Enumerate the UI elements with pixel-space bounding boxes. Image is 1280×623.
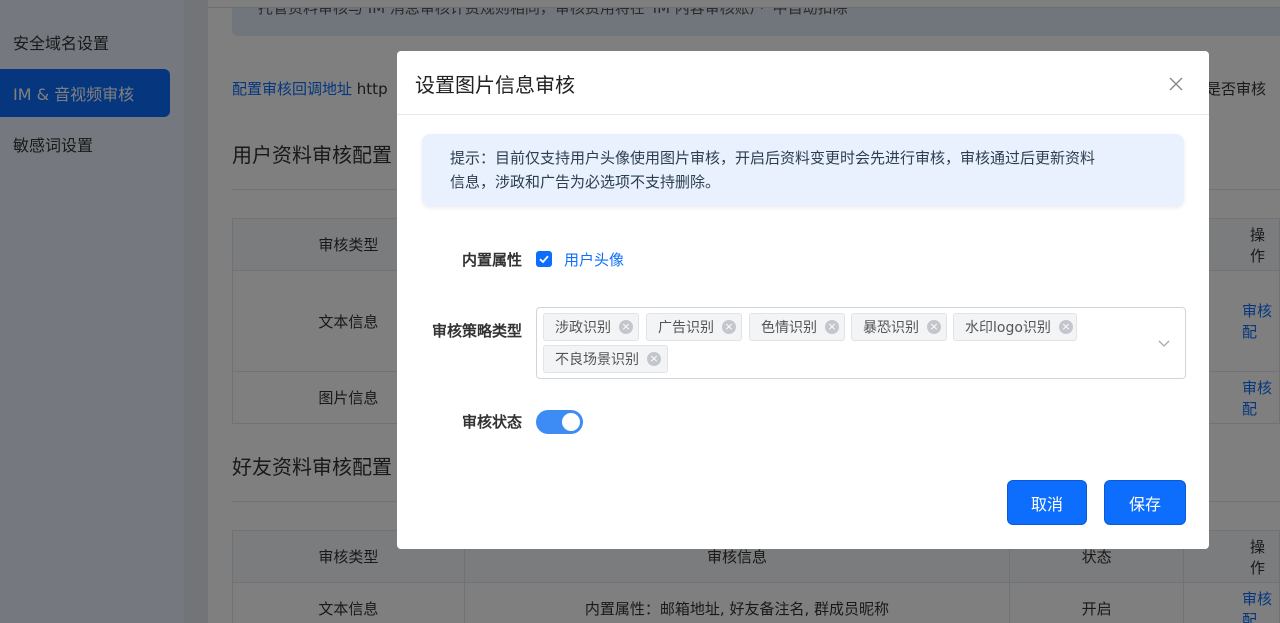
avatar-checkbox-label[interactable]: 用户头像 (564, 249, 624, 270)
tag-remove-icon[interactable]: × (1058, 320, 1073, 334)
strategy-tag: 暴恐识别 × (851, 313, 947, 341)
tag-remove-icon[interactable]: × (927, 320, 941, 334)
save-button[interactable]: 保存 (1104, 480, 1186, 525)
avatar-checkbox[interactable] (536, 251, 552, 267)
tag-label: 广告识别 (658, 320, 714, 336)
modal-header: 设置图片信息审核 (397, 51, 1209, 115)
close-icon[interactable] (1167, 75, 1185, 93)
tag-label: 水印logo识别 (965, 320, 1051, 336)
strategy-multiselect[interactable]: 涉政识别 × 广告识别 × 色情识别 × 暴恐识别 × 水印logo识别 × 不良场景识别… (536, 307, 1186, 379)
strategy-tag: 不良场景识别 × (543, 345, 668, 373)
builtin-attr-label: 内置属性 (461, 251, 522, 269)
strategy-tag: 广告识别 × (646, 313, 742, 341)
tip-box: 提示：目前仅支持用户头像使用图片审核，开启后资料变更时会先进行审核，审核通过后更… (422, 134, 1184, 206)
tag-label: 不良场景识别 (555, 352, 639, 368)
tag-remove-icon[interactable]: × (647, 352, 661, 366)
tag-remove-icon[interactable]: × (722, 320, 736, 334)
tip-line-1: 提示：目前仅支持用户头像使用图片审核，开启后资料变更时会先进行审核，审核通过后更… (450, 149, 1096, 167)
tag-label: 暴恐识别 (863, 320, 919, 336)
strategy-tag: 涉政识别 × (543, 313, 639, 341)
strategy-tag: 水印logo识别 × (953, 313, 1077, 341)
tag-remove-icon[interactable]: × (619, 320, 633, 334)
cancel-button[interactable]: 取消 (1007, 480, 1087, 525)
toggle-knob (562, 413, 580, 431)
tag-label: 色情识别 (761, 320, 817, 336)
review-status-toggle[interactable] (536, 410, 583, 434)
tag-remove-icon[interactable]: × (825, 320, 839, 334)
modal-title: 设置图片信息审核 (415, 73, 575, 97)
strategy-type-label: 审核策略类型 (431, 322, 522, 340)
image-review-modal: 设置图片信息审核 提示：目前仅支持用户头像使用图片审核，开启后资料变更时会先进行… (397, 51, 1209, 549)
check-icon (539, 255, 549, 264)
tip-line-2: 信息，涉政和广告为必选项不支持删除。 (450, 173, 721, 191)
tag-label: 涉政识别 (555, 320, 611, 336)
chevron-down-icon[interactable] (1157, 336, 1171, 350)
review-status-label: 审核状态 (461, 413, 522, 431)
strategy-tag: 色情识别 × (749, 313, 845, 341)
